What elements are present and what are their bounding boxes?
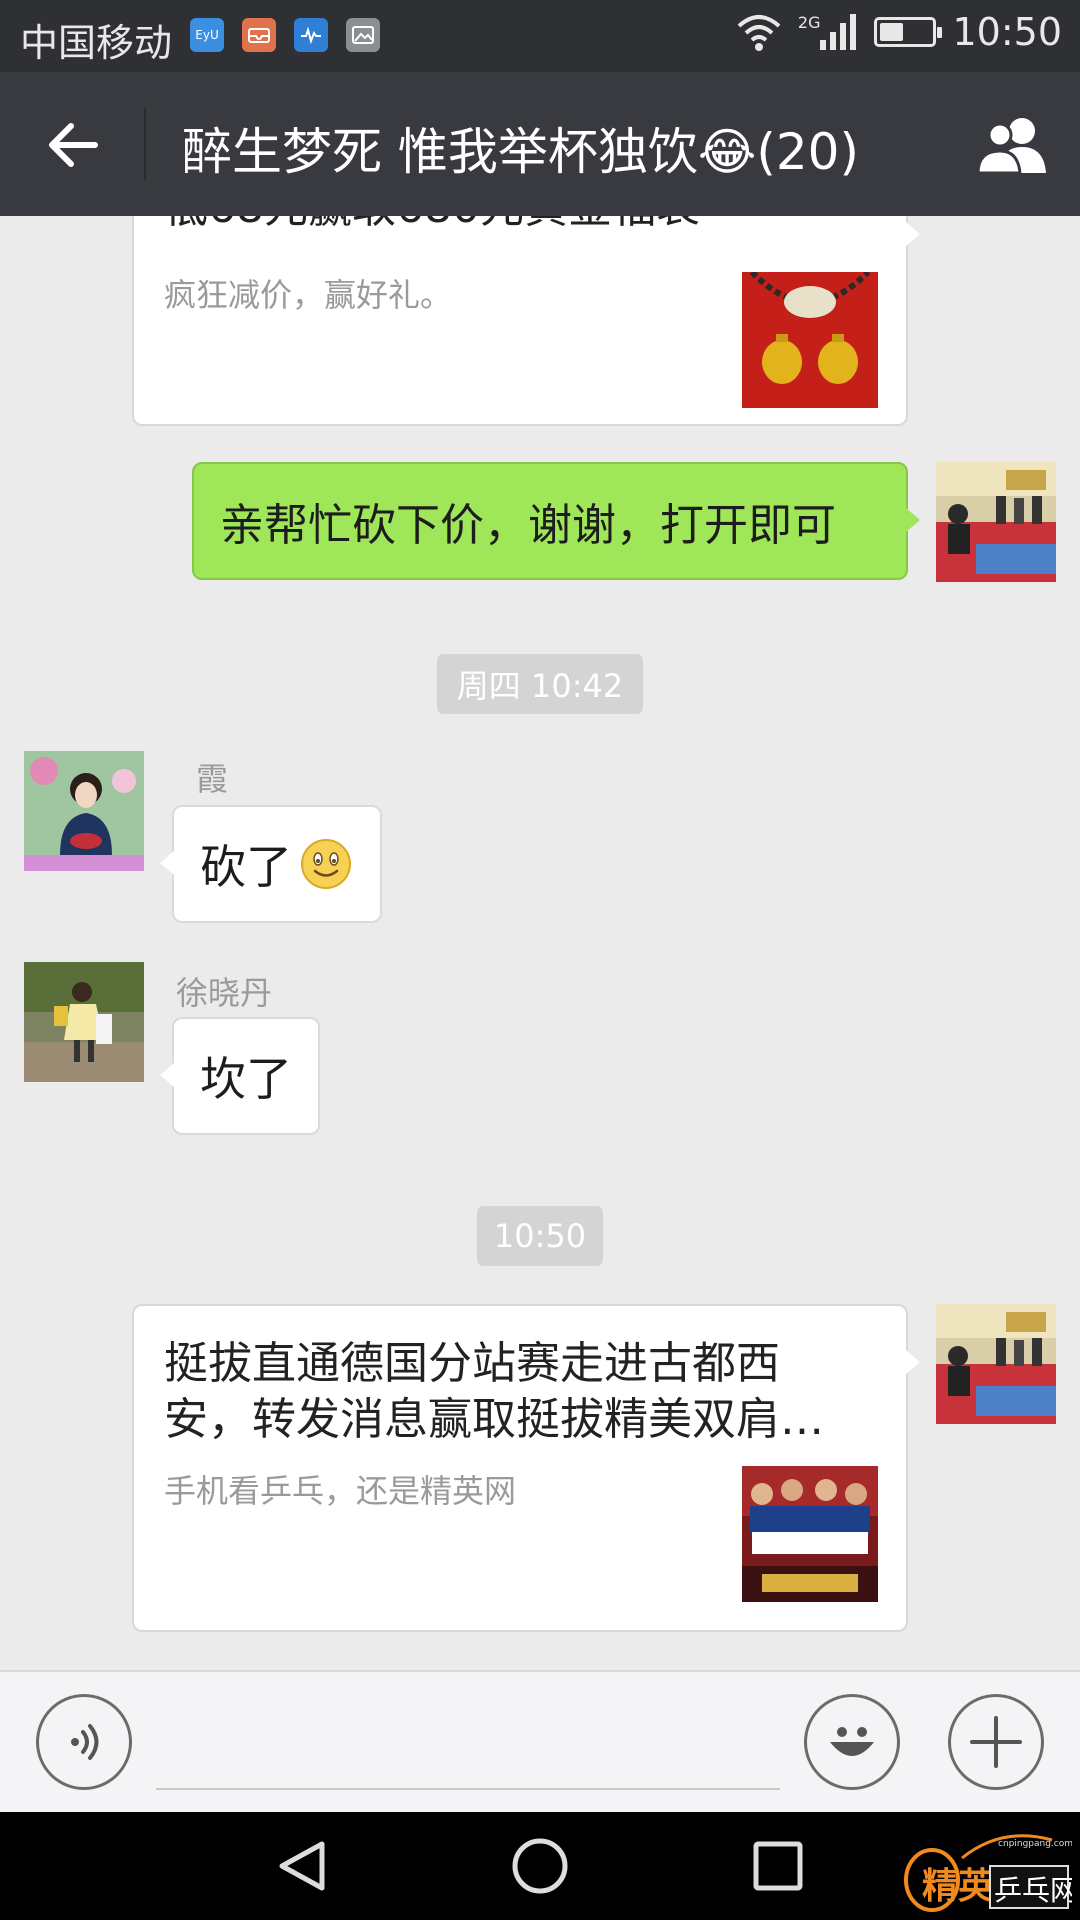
sender-name: 霞 [196, 760, 229, 798]
nav-recents-button[interactable] [746, 1834, 810, 1898]
link-card-title-line1: 挺拔直通德国分站赛走进古都西 [164, 1338, 780, 1389]
svg-text:精英: 精英 [922, 1866, 995, 1907]
status-indicators: 2G 10:50 [736, 10, 1062, 54]
voice-icon [71, 1724, 99, 1760]
arrow-left-icon [49, 123, 98, 167]
received-message-bubble[interactable]: 砍了 [160, 805, 382, 923]
app-notification-icon: EyU [190, 18, 224, 52]
watermark-url: cnpingpang.com [998, 1839, 1072, 1849]
received-message-text: 坎了 [200, 1052, 292, 1106]
chat-title: 醉生梦死 惟我举杯独饮😂(20) [182, 123, 859, 181]
timestamp-text: 周四 10:42 [456, 667, 624, 705]
status-bar: 中国移动 EyU 2G 10:50 [0, 0, 1080, 72]
voice-button[interactable] [36, 1694, 132, 1790]
link-card-description: 疯狂减价，赢好礼。 [164, 276, 453, 314]
chat-header: 醉生梦死 惟我举杯独饮😂(20) [0, 72, 1080, 216]
message-list[interactable]: 低68元赢取680元黄金福袋 疯狂减价，赢好礼。 亲帮忙砍下价，谢谢，打开即可 [0, 216, 1080, 1670]
message-input[interactable] [156, 1788, 780, 1790]
health-notification-icon [294, 18, 328, 52]
sent-message-bubble[interactable]: 亲帮忙砍下价，谢谢，打开即可 [192, 462, 920, 580]
status-clock: 10:50 [952, 10, 1062, 54]
gallery-notification-icon [346, 18, 380, 52]
battery-icon [874, 17, 943, 47]
timestamp-divider: 10:50 [477, 1206, 603, 1266]
sender-avatar-xu[interactable] [24, 962, 144, 1082]
triangle-back-icon [279, 1841, 325, 1891]
nav-home-button[interactable] [508, 1834, 572, 1898]
svg-text:乒乓网: 乒乓网 [994, 1874, 1072, 1907]
header-divider [144, 108, 146, 180]
emoji-icon [830, 1727, 874, 1756]
back-button[interactable] [36, 108, 110, 182]
signal-icon [820, 14, 857, 50]
smile-emoji-icon [301, 839, 351, 889]
square-recents-icon [753, 1841, 803, 1891]
sent-message-text: 亲帮忙砍下价，谢谢，打开即可 [220, 500, 836, 551]
mail-notification-icon [242, 18, 276, 52]
link-card-title: 低68元赢取680元黄金福袋 [164, 216, 700, 236]
received-message-text: 砍了 [200, 840, 292, 894]
group-members-icon [976, 118, 1046, 175]
brand-watermark-logo: 精英 乒乓网 cnpingpang.com [902, 1818, 1078, 1918]
link-card-message[interactable]: 低68元赢取680元黄金福袋 疯狂减价，赢好礼。 [132, 216, 920, 426]
link-card-message[interactable]: 挺拔直通德国分站赛走进古都西 安，转发消息赢取挺拔精美双肩… 手机看乒乓，还是精… [132, 1304, 920, 1632]
sender-name: 徐晓丹 [176, 974, 273, 1012]
notification-icons: EyU [190, 18, 380, 52]
plus-icon [970, 1716, 1022, 1768]
emoji-button[interactable] [804, 1694, 900, 1790]
nav-back-button[interactable] [270, 1834, 334, 1898]
wifi-icon [737, 15, 781, 51]
my-avatar[interactable] [936, 462, 1056, 582]
timestamp-text: 10:50 [493, 1217, 587, 1255]
app-notification-icon-text: EyU [195, 28, 219, 42]
more-button[interactable] [948, 1694, 1044, 1790]
link-card-description: 手机看乒乓，还是精英网 [164, 1472, 517, 1510]
received-message-bubble[interactable]: 坎了 [160, 1017, 320, 1135]
chat-input-bar [0, 1670, 1080, 1812]
link-card-title-line2: 安，转发消息赢取挺拔精美双肩… [164, 1394, 824, 1445]
gold-bag-image [742, 269, 878, 408]
my-avatar[interactable] [936, 1304, 1056, 1424]
timestamp-divider: 周四 10:42 [437, 654, 643, 714]
battery-level-fill [880, 23, 903, 41]
circle-home-icon [512, 1838, 568, 1894]
system-navigation-bar: 精英 乒乓网 cnpingpang.com [0, 1812, 1080, 1920]
carrier-name: 中国移动 [20, 21, 173, 65]
sender-avatar-xia[interactable] [24, 751, 144, 871]
network-type-label: 2G [797, 12, 821, 32]
fibhar-poster-image [742, 1466, 878, 1602]
group-info-button[interactable] [968, 110, 1058, 180]
